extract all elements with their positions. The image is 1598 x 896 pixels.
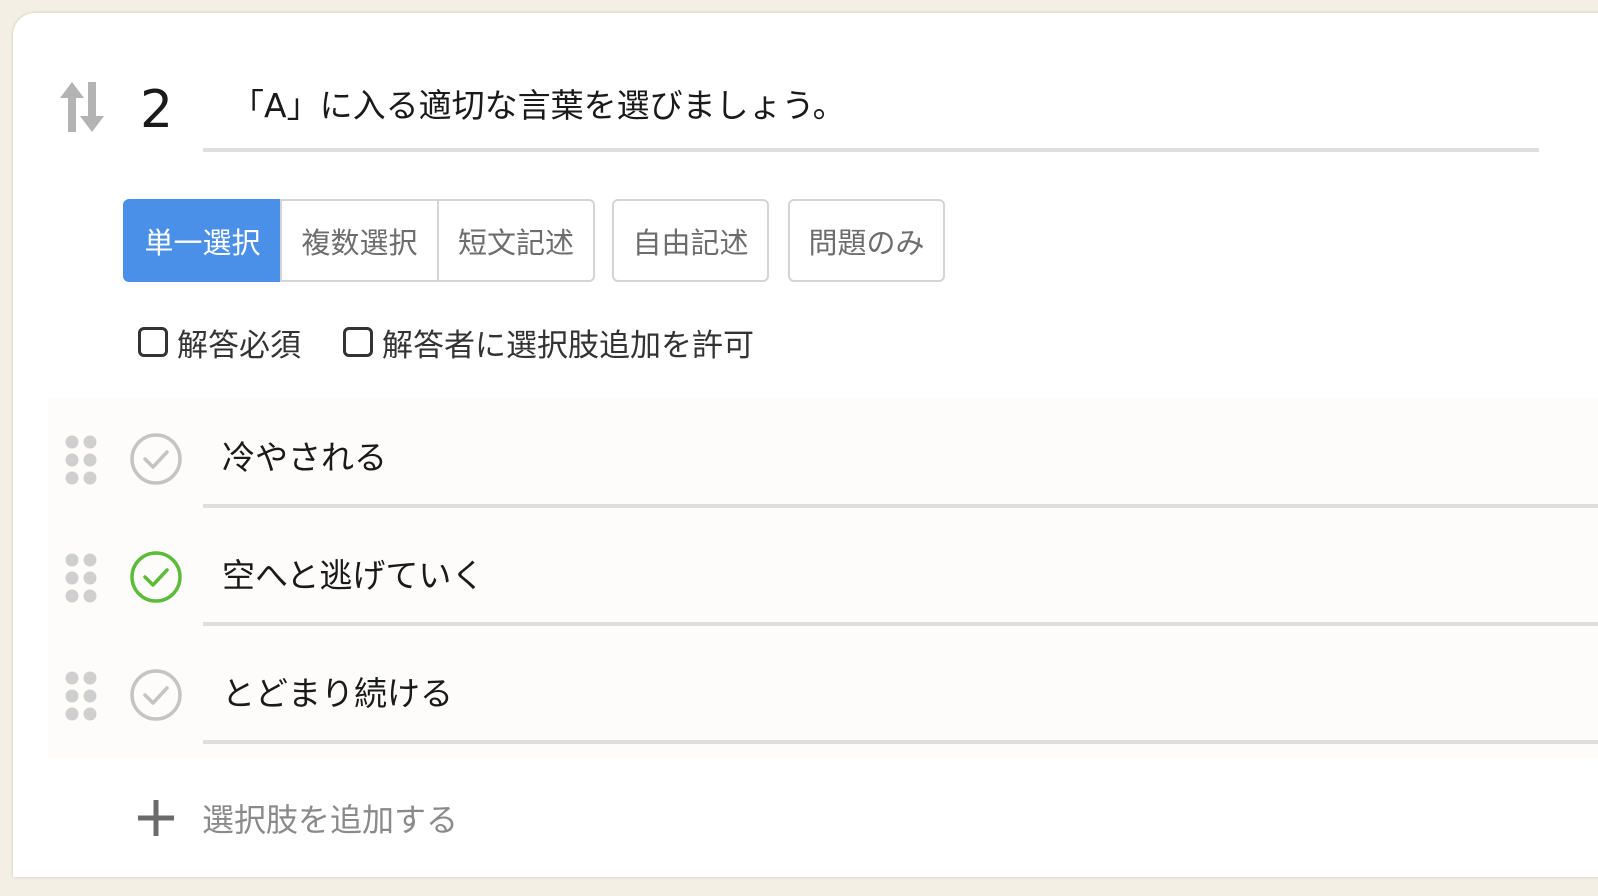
question-title-field[interactable]: 「A」に入る適切な言葉を選びましょう。 — [203, 74, 1539, 152]
answer-type-group: 単一選択 複数選択 短文記述 — [123, 199, 595, 282]
add-choice-label: 選択肢を追加する — [202, 801, 459, 839]
allow-add-checkbox[interactable] — [343, 327, 373, 357]
short-text-button[interactable]: 短文記述 — [437, 199, 595, 282]
choice-text-field[interactable]: 空へと逃げていく — [203, 536, 1598, 626]
choice-text: 冷やされる — [222, 438, 387, 477]
choice-item: 冷やされる — [48, 398, 1598, 516]
add-choice-button[interactable]: 選択肢を追加する — [136, 796, 458, 840]
choice-item: 空へと逃げていく — [48, 516, 1598, 634]
question-title-text: 「A」に入る適切な言葉を選びましょう。 — [231, 86, 846, 125]
free-text-button[interactable]: 自由記述 — [612, 199, 769, 282]
single-choice-button[interactable]: 単一選択 — [123, 199, 282, 282]
choice-text: 空へと逃げていく — [222, 556, 485, 595]
drag-handle-icon[interactable] — [65, 553, 97, 603]
choice-text: とどまり続ける — [222, 674, 453, 713]
sort-arrows-icon[interactable] — [58, 80, 106, 134]
drag-handle-icon[interactable] — [65, 435, 97, 485]
correct-answer-toggle-icon[interactable] — [129, 550, 183, 604]
required-checkbox[interactable] — [138, 327, 168, 357]
choice-item: とどまり続ける — [48, 634, 1598, 752]
question-only-button[interactable]: 問題のみ — [788, 199, 945, 282]
choice-text-field[interactable]: 冷やされる — [203, 418, 1598, 508]
allow-add-label: 解答者に選択肢追加を許可 — [382, 327, 754, 364]
correct-answer-toggle-icon[interactable] — [129, 432, 183, 486]
allow-add-option[interactable]: 解答者に選択肢追加を許可 — [343, 320, 754, 364]
drag-handle-icon[interactable] — [65, 671, 97, 721]
plus-icon — [138, 800, 174, 836]
multiple-choice-button[interactable]: 複数選択 — [280, 199, 439, 282]
choice-text-field[interactable]: とどまり続ける — [203, 654, 1598, 744]
question-number: 2 — [140, 80, 174, 140]
required-label: 解答必須 — [177, 327, 301, 364]
correct-answer-toggle-icon[interactable] — [129, 668, 183, 722]
required-option[interactable]: 解答必須 — [138, 320, 301, 364]
